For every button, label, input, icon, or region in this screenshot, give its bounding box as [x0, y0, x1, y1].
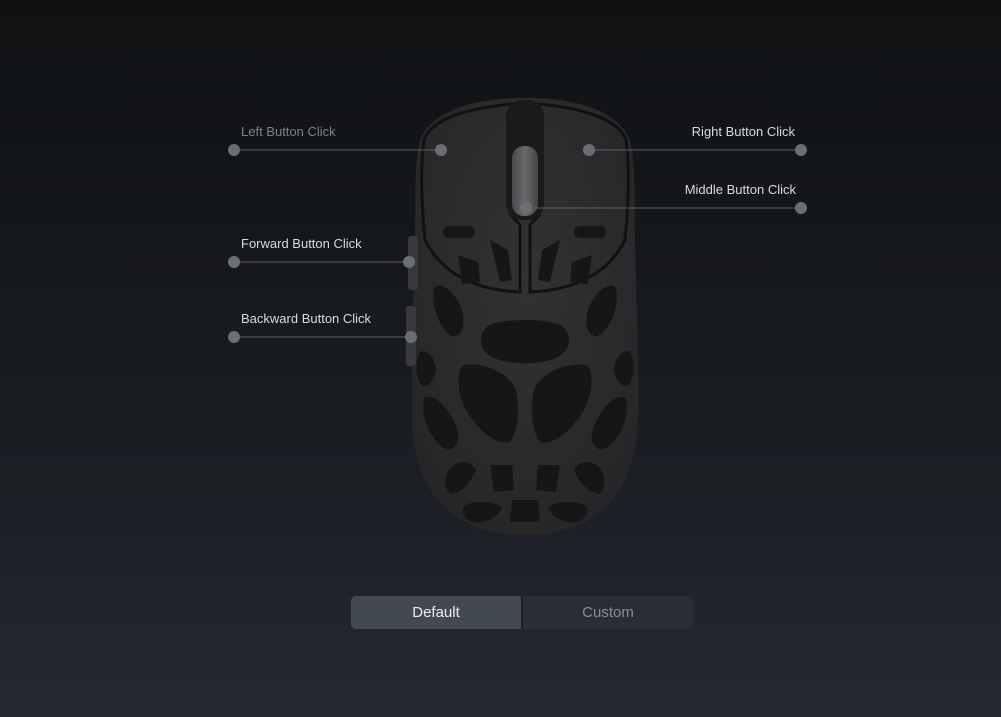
backward-button-click-label[interactable]: Backward Button Click	[241, 311, 371, 327]
left-button-click-label[interactable]: Left Button Click	[241, 124, 336, 140]
forward-click-target-node	[403, 256, 415, 268]
middle-click-target-node	[520, 202, 532, 214]
mode-toggle: Default Custom	[351, 596, 693, 629]
left-click-target-node	[435, 144, 447, 156]
right-click-anchor-node	[795, 144, 807, 156]
backward-click-target-node	[405, 331, 417, 343]
right-button-click-label[interactable]: Right Button Click	[660, 124, 795, 140]
forward-click-anchor-node	[228, 256, 240, 268]
default-mode-button[interactable]: Default	[351, 596, 521, 629]
left-click-anchor-node	[228, 144, 240, 156]
forward-button-click-label[interactable]: Forward Button Click	[241, 236, 362, 252]
backward-click-anchor-node	[228, 331, 240, 343]
custom-mode-button[interactable]: Custom	[523, 596, 693, 629]
mouse-button-config-view: Left Button Click Right Button Click Mid…	[0, 0, 1001, 717]
right-click-target-node	[583, 144, 595, 156]
middle-button-click-label[interactable]: Middle Button Click	[650, 182, 796, 198]
middle-click-anchor-node	[795, 202, 807, 214]
